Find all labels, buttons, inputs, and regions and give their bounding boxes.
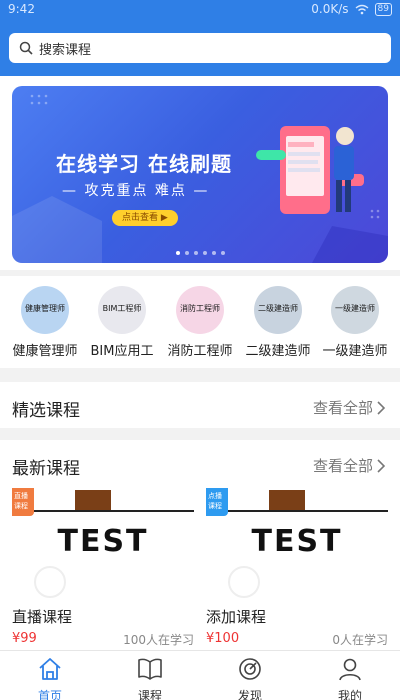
category-badge: 健康管理师 [25,304,65,313]
promo-banner[interactable]: 在线学习 在线刷题 — 攻克重点 难点 — 点击查看 ▶ [12,86,388,263]
thumbnail-line [222,510,388,512]
banner-subtitle: — 攻克重点 难点 — [62,183,210,199]
course-meta: ¥100 0人在学习 [206,631,388,647]
nav-item-home[interactable]: 首页 [20,657,80,700]
nav-item-profile[interactable]: 我的 [320,657,380,700]
watermark-icon [228,566,260,598]
course-price: ¥99 [12,631,37,646]
book-icon [138,658,162,680]
thumbnail-text: TEST [251,524,343,559]
carousel-dot[interactable] [211,251,216,255]
carousel-dot[interactable] [175,251,180,255]
featured-view-all-link[interactable]: 查看全部 [313,397,386,418]
home-icon [39,658,61,680]
app-header: 9:42 0.0K/s 89 搜索课程 [0,0,400,76]
bottom-nav: 首页 课程 发现 我的 [0,650,400,700]
nav-label: 课程 [137,689,162,700]
nav-label: 我的 [337,689,362,700]
banner-section: 在线学习 在线刷题 — 攻克重点 难点 — 点击查看 ▶ [0,76,400,270]
course-title: 直播课程 [12,608,73,626]
course-learners: 0人在学习 [332,633,388,647]
course-card[interactable]: TEST 点播课程 添加课程 ¥100 0人在学习 [206,488,388,647]
carousel-dot[interactable] [202,251,207,255]
category-item-first-constructor[interactable]: 一级建造师 一级建造师 [310,286,400,359]
carousel-dot[interactable] [220,251,225,255]
nav-label: 首页 [37,689,62,700]
category-badge: 二级建造师 [258,304,298,313]
thumbnail-block [75,490,111,510]
discover-icon [239,658,261,680]
carousel-dots [12,251,388,255]
category-item-fire-engineer[interactable]: 消防工程师 消防工程师 [155,286,245,359]
thumbnail-block [269,490,305,510]
carousel-dot[interactable] [193,251,198,255]
latest-title: 最新课程 [12,459,80,479]
course-type-badge: 点播课程 [206,488,228,516]
status-time: 9:42 [8,2,35,16]
search-icon [19,41,33,55]
category-item-bim[interactable]: BIM工程师 BIM应用工 [77,286,167,359]
user-icon [339,658,361,681]
chevron-right-icon [377,458,386,473]
category-label: BIM应用工 [90,344,154,359]
nav-item-discover[interactable]: 发现 [220,657,280,700]
category-avatar: 二级建造师 [254,286,302,334]
category-avatar: 消防工程师 [176,286,224,334]
battery-icon: 89 [374,2,392,16]
nav-item-courses[interactable]: 课程 [120,657,180,700]
banner-view-button[interactable]: 点击查看 ▶ [112,210,178,226]
banner-title: 在线学习 在线刷题 [56,152,232,176]
category-avatar: 健康管理师 [21,286,69,334]
featured-section: 精选课程 查看全部 [0,382,400,428]
course-price: ¥100 [206,631,240,646]
latest-section: 最新课程 查看全部 TEST 直播课程 直播课程 ¥99 100人在学习 TES… [0,440,400,650]
network-speed: 0.0K/s [311,2,349,16]
category-label: 消防工程师 [167,344,233,359]
category-badge: 消防工程师 [180,304,220,313]
category-badge: BIM工程师 [102,304,142,313]
course-thumbnail: TEST 直播课程 [12,488,194,600]
category-badge: 一级建造师 [335,304,375,313]
course-title: 添加课程 [206,608,267,626]
featured-title: 精选课程 [12,401,80,421]
category-row: 健康管理师 健康管理师 BIM工程师 BIM应用工 消防工程师 消防工程师 二级… [0,276,400,368]
course-meta: ¥99 100人在学习 [12,631,194,647]
watermark-icon [34,566,66,598]
course-card[interactable]: TEST 直播课程 直播课程 ¥99 100人在学习 [12,488,194,647]
course-thumbnail: TEST 点播课程 [206,488,388,600]
carousel-dot[interactable] [184,251,189,255]
thumbnail-line [28,510,194,512]
course-type-badge: 直播课程 [12,488,34,516]
view-all-label: 查看全部 [312,457,373,475]
thumbnail-text: TEST [57,524,149,559]
category-avatar: 一级建造师 [331,286,379,334]
search-bar[interactable]: 搜索课程 [9,33,391,63]
latest-view-all-link[interactable]: 查看全部 [313,455,386,476]
wifi-icon [355,4,368,14]
category-avatar: BIM工程师 [98,286,146,334]
status-bar: 9:42 0.0K/s 89 [0,0,400,20]
search-placeholder: 搜索课程 [39,42,92,58]
view-all-label: 查看全部 [312,399,373,417]
course-learners: 100人在学习 [123,633,194,647]
category-label: 一级建造师 [322,344,388,359]
nav-label: 发现 [237,689,262,700]
chevron-right-icon [377,400,386,415]
